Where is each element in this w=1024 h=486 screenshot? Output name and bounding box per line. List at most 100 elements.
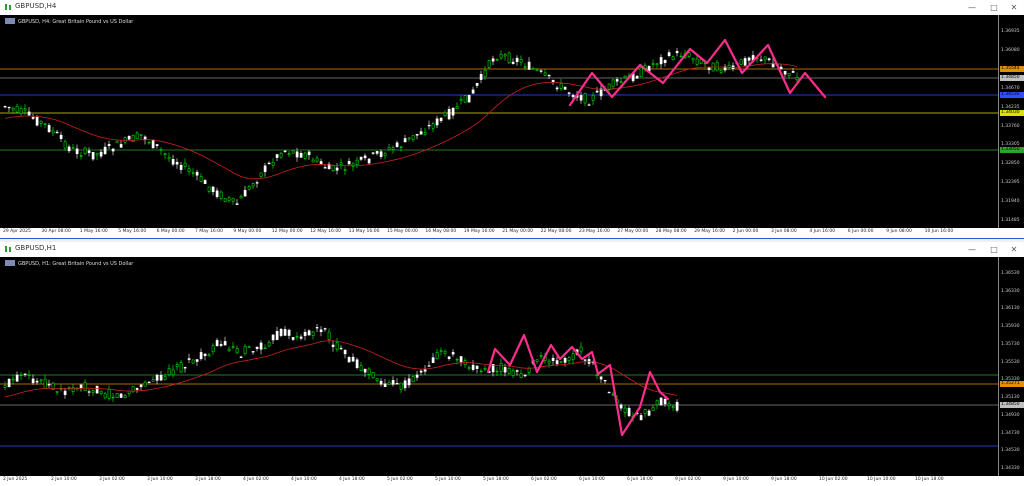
candle-body	[211, 345, 215, 353]
candle-body	[659, 397, 663, 406]
candle-body	[47, 384, 51, 386]
candle-body	[3, 106, 7, 108]
candle-body	[203, 180, 207, 184]
time-axis[interactable]: 29 Apr 2025 30 Apr 08:00 1 May 16:00 5 May …	[0, 228, 1024, 238]
candle-body	[155, 144, 159, 146]
candle-body	[27, 374, 31, 376]
time-label: 23 May 16:00	[579, 229, 610, 234]
candle-body	[431, 357, 435, 363]
candle-body	[99, 390, 103, 394]
price-axis[interactable]: 1.36530 1.36330 1.36130 1.35930 1.35730 1.355…	[998, 257, 1024, 476]
candle-body	[535, 68, 539, 71]
price-level-tag: 1.34530	[1000, 92, 1024, 98]
candle-body	[379, 380, 383, 385]
candle-body	[103, 393, 107, 399]
window-titlebar[interactable]: GBPUSD,H4 — □ ✕	[0, 0, 1024, 16]
candle-body	[443, 350, 447, 354]
time-label: 4 Jun 18:00	[339, 477, 365, 482]
candle-body	[547, 360, 551, 364]
candle-body	[207, 186, 211, 192]
candle-body	[311, 159, 315, 163]
candle-body	[83, 382, 87, 391]
window-titlebar[interactable]: GBPUSD,H1 — □ ✕	[0, 242, 1024, 258]
candle-body	[59, 134, 63, 140]
minimize-button[interactable]: —	[962, 1, 982, 14]
price-label: 1.35730	[1001, 341, 1020, 347]
candle-body	[171, 369, 175, 376]
time-label: 2 Jun 10:00	[51, 477, 77, 482]
close-button[interactable]: ✕	[1004, 243, 1024, 256]
candle-body	[375, 151, 379, 154]
candle-body	[659, 57, 663, 65]
candle-body	[159, 375, 163, 381]
candle-body	[347, 357, 351, 363]
candle-body	[107, 388, 111, 399]
candle-body	[547, 74, 551, 77]
candle-body	[427, 365, 431, 367]
candle-body	[139, 134, 143, 136]
candle-body	[363, 155, 367, 159]
time-label: 19 May 16:00	[463, 229, 495, 234]
candle-body	[419, 370, 423, 373]
time-label: 10 Jun 16:00	[924, 229, 954, 234]
candle-body	[407, 378, 411, 386]
candle-body	[123, 395, 127, 398]
price-label: 1.33760	[1001, 123, 1020, 129]
candle-body	[191, 172, 195, 174]
price-chart-canvas[interactable]: GBPUSD, H1: Great Britain Pound vs US Do…	[0, 257, 998, 476]
candle-body	[151, 139, 155, 149]
price-label: 1.34530	[1001, 448, 1020, 454]
price-label: 1.35930	[1001, 324, 1020, 330]
candle-body	[383, 383, 387, 388]
time-label: 5 Jun 02:00	[387, 477, 413, 482]
candle-body	[415, 374, 419, 378]
candle-body	[259, 342, 263, 350]
candle-body	[87, 150, 91, 153]
candle-body	[35, 116, 39, 126]
price-level-tag: 1.34850	[1000, 402, 1024, 408]
candle-body	[331, 344, 335, 348]
candle-body	[667, 52, 671, 56]
candle-body	[367, 158, 371, 164]
price-axis[interactable]: 1.369351.360801.356701.346701.342351.337…	[998, 15, 1024, 228]
candle-body	[651, 63, 655, 65]
candle-body	[135, 132, 139, 139]
time-label: 2 Jun 00:00	[732, 229, 759, 234]
candle-body	[691, 58, 695, 61]
candle-body	[695, 58, 699, 65]
candle-body	[231, 346, 235, 348]
candle-body	[359, 156, 363, 160]
candle-body	[643, 409, 647, 414]
candle-body	[67, 387, 71, 389]
candle-body	[195, 359, 199, 362]
candle-body	[719, 70, 723, 73]
candle-body	[507, 368, 511, 374]
candle-body	[431, 123, 435, 129]
candle-body	[271, 334, 275, 341]
maximize-button[interactable]: □	[984, 1, 1004, 14]
candle-body	[287, 153, 291, 155]
candle-body	[747, 57, 751, 61]
price-label: 1.36130	[1001, 306, 1020, 312]
maximize-button[interactable]: □	[984, 243, 1004, 256]
candle-body	[783, 70, 787, 75]
candle-body	[227, 348, 231, 351]
candle-body	[403, 380, 407, 389]
candle-body	[423, 132, 427, 135]
candle-body	[759, 59, 763, 61]
candle-body	[263, 347, 267, 349]
candle-body	[599, 88, 603, 97]
price-label: 1.34235	[1001, 104, 1020, 110]
close-button[interactable]: ✕	[1004, 1, 1024, 14]
candle-body	[335, 342, 339, 350]
time-label: 29 May 16:00	[694, 229, 726, 234]
candle-body	[207, 354, 211, 357]
candle-body	[619, 404, 623, 409]
candle-body	[335, 167, 339, 171]
candle-body	[215, 340, 219, 347]
time-axis[interactable]: 2 Jun 2025 2 Jun 10:00 3 Jun 02:00 3 Jun 10…	[0, 476, 1024, 486]
price-chart-canvas[interactable]: GBPUSD, H4: Great Britain Pound vs US Do…	[0, 15, 998, 228]
candle-body	[279, 328, 283, 336]
minimize-button[interactable]: —	[962, 243, 982, 256]
h4-candles	[0, 38, 998, 206]
